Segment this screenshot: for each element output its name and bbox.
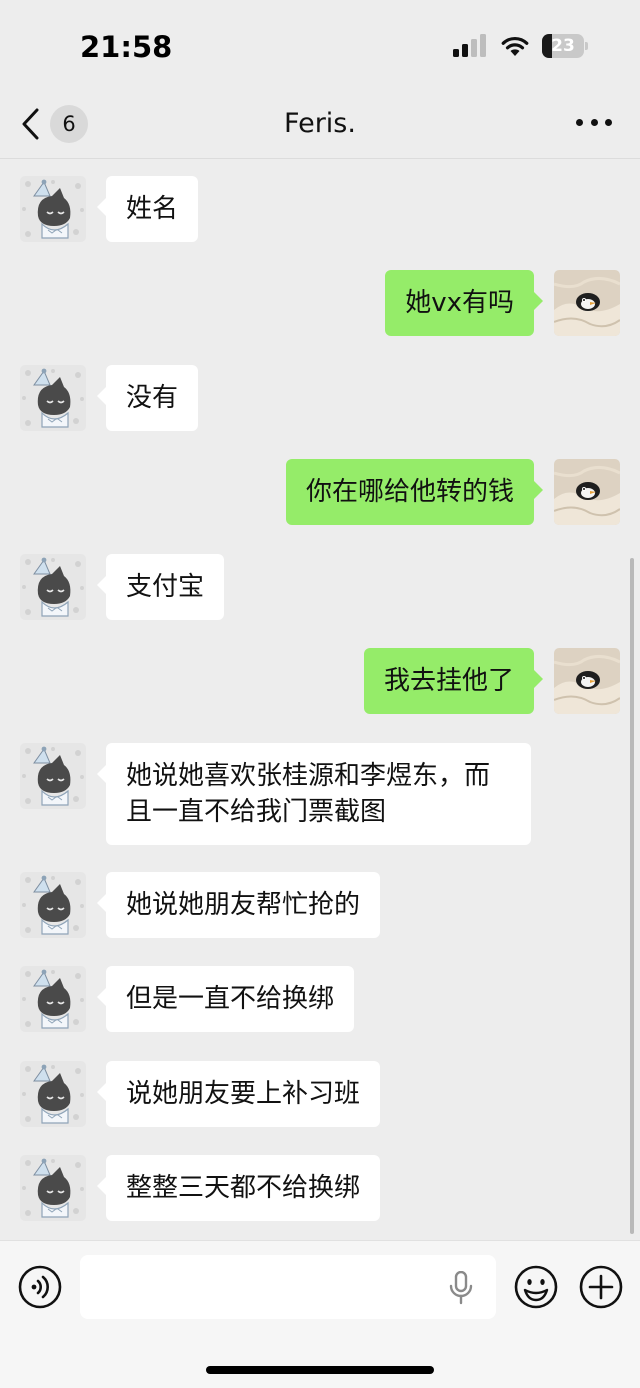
message-bubble[interactable]: 姓名 <box>96 176 199 242</box>
message-bubble[interactable]: 你在哪给他转的钱 <box>285 459 544 525</box>
battery-level: 23 <box>551 36 575 56</box>
input-bar <box>0 1240 640 1388</box>
status-icons: 23 <box>452 34 588 58</box>
back-chevron-icon <box>22 108 39 140</box>
message-bubble[interactable]: 但是一直不给换绑 <box>96 966 355 1032</box>
scrollbar[interactable] <box>630 558 634 1234</box>
chat-header: 6 Feris. <box>0 96 640 159</box>
message-bubble[interactable]: 整整三天都不给换绑 <box>96 1155 381 1221</box>
cartoon-cat-avatar[interactable] <box>20 365 86 431</box>
message-bubble[interactable]: 说她朋友要上补习班 <box>96 1061 381 1127</box>
message-list[interactable]: 姓名 她vx有吗 没有 你在哪给他转的钱 支付宝 我去挂他了 她说她喜欢张桂源和… <box>0 160 640 1240</box>
penguin-avatar[interactable] <box>554 459 620 525</box>
more-options-button[interactable] <box>576 110 612 134</box>
cartoon-cat-avatar[interactable] <box>20 554 86 620</box>
message-bubble[interactable]: 我去挂他了 <box>363 648 544 714</box>
home-indicator[interactable] <box>206 1366 434 1374</box>
message-bubble[interactable]: 她说她喜欢张桂源和李煜东，而且一直不给我门票截图 <box>97 743 531 845</box>
battery-icon: 23 <box>542 34 588 58</box>
signal-icon <box>453 34 486 57</box>
wifi-icon <box>501 36 529 56</box>
penguin-avatar[interactable] <box>554 270 620 336</box>
cartoon-cat-avatar[interactable] <box>20 1155 86 1221</box>
penguin-avatar[interactable] <box>554 648 620 714</box>
status-time: 21:58 <box>80 30 173 64</box>
emoji-icon[interactable] <box>514 1265 558 1309</box>
cartoon-cat-avatar[interactable] <box>20 743 86 809</box>
cartoon-cat-avatar[interactable] <box>20 872 86 938</box>
unread-count-badge: 6 <box>50 105 88 143</box>
microphone-icon[interactable] <box>448 1271 474 1305</box>
message-bubble[interactable]: 支付宝 <box>96 554 225 620</box>
cartoon-cat-avatar[interactable] <box>20 176 86 242</box>
voice-icon[interactable] <box>18 1265 62 1309</box>
cartoon-cat-avatar[interactable] <box>20 966 86 1032</box>
message-bubble[interactable]: 她说她朋友帮忙抢的 <box>96 872 381 938</box>
message-input[interactable] <box>80 1255 496 1319</box>
status-bar: 21:58 23 <box>0 0 640 96</box>
more-dots-icon <box>576 118 583 126</box>
plus-icon[interactable] <box>579 1265 623 1309</box>
back-button[interactable]: 6 <box>20 100 88 148</box>
message-bubble[interactable]: 没有 <box>96 365 199 431</box>
message-bubble[interactable]: 她vx有吗 <box>385 270 543 336</box>
chat-title: Feris. <box>284 108 356 139</box>
cartoon-cat-avatar[interactable] <box>20 1061 86 1127</box>
